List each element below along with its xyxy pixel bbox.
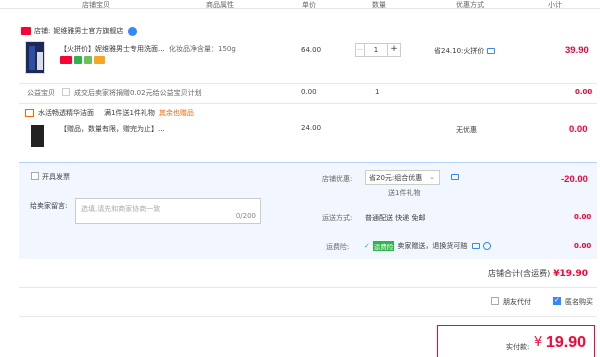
friend-pay-checkbox[interactable]	[491, 297, 499, 305]
column-header: 店铺宝贝 商品属性 单价 数量 优惠方式 小计	[0, 0, 600, 9]
invoice-label: 开具发票	[42, 173, 70, 181]
currency-symbol: ¥	[534, 335, 543, 350]
divider	[19, 103, 597, 104]
shop-discount-select[interactable]: 省20元:组合优惠 ⌄	[365, 170, 440, 185]
shop-discount-amount: -20.00	[561, 174, 588, 185]
insurance-label: 运费险:	[326, 243, 350, 251]
check-icon: ✓	[554, 296, 560, 304]
gift-header-title: 水活畅透精华洁面	[38, 109, 94, 117]
gift-discount: 无优惠	[456, 126, 477, 134]
tmall-shop-icon	[21, 27, 31, 35]
shop-discount-label: 店铺优惠:	[322, 175, 353, 183]
check-icon: ✓	[364, 242, 370, 250]
shop-row: 店铺: 妮维雅男士官方旗舰店	[21, 26, 138, 36]
shipping-value: 普通配送 快递 免邮	[365, 214, 426, 222]
anonymous-label: 匿名购买	[565, 298, 593, 306]
help-icon[interactable]	[483, 242, 492, 250]
charity-subtotal: 0.00	[575, 88, 593, 96]
product-thumbnail[interactable]	[25, 41, 45, 74]
quantity-decrease-button[interactable]: —	[355, 43, 365, 57]
authentic-guarantee-icon	[84, 56, 92, 64]
message-counter: 0/200	[235, 212, 256, 220]
unit-price: 64.00	[301, 46, 322, 54]
col-unit-price: 单价	[302, 1, 316, 9]
service-badges	[60, 56, 105, 64]
discount-info-icon[interactable]	[487, 48, 496, 54]
insurance-row: ✓ 运费险 卖家赠送，退换货可赔	[364, 241, 492, 251]
item-subtotal: 39.90	[565, 45, 589, 56]
seven-day-return-icon	[74, 56, 82, 64]
discount-chat-icon[interactable]	[451, 174, 459, 180]
shipping-amount: 0.00	[574, 213, 592, 221]
divider	[19, 83, 597, 84]
insurance-chat-icon[interactable]	[472, 243, 481, 249]
charity-price: 0.00	[301, 88, 317, 96]
charity-qty: 1	[375, 88, 380, 96]
divider	[19, 316, 597, 317]
quantity-input[interactable]: 1	[365, 43, 387, 57]
insurance-text: 卖家赠送，退换货可赔	[397, 242, 468, 250]
anonymous-checkbox[interactable]: ✓	[553, 296, 561, 305]
product-attribute: 化妆品净含量：150g	[169, 45, 236, 53]
divider	[19, 287, 597, 288]
payment-total-label: 实付款:	[506, 343, 530, 351]
col-quantity: 数量	[372, 1, 386, 9]
col-discount: 优惠方式	[456, 1, 484, 9]
gift-icon	[25, 109, 34, 117]
product-title-link[interactable]: 【火拼价】妮维雅男士专用洗面...	[60, 44, 165, 54]
message-label: 给卖家留言:	[30, 202, 68, 210]
shop-prefix: 店铺:	[34, 27, 51, 35]
payment-total-amount: 19.90	[546, 334, 587, 351]
shipping-label: 运送方式:	[322, 214, 353, 222]
chevron-down-icon: ⌄	[429, 173, 435, 181]
shop-total-label: 店铺合计(含运费)	[488, 269, 551, 278]
message-textarea[interactable]: 选填,请先和商家协商一致 0/200	[75, 198, 261, 224]
wangwang-chat-icon[interactable]	[128, 26, 138, 36]
message-placeholder: 选填,请先和商家协商一致	[81, 205, 161, 213]
shop-discount-value: 省20元:组合优惠	[369, 173, 423, 182]
charity-label: 公益宝贝	[27, 89, 55, 97]
shop-discount-sub: 送1件礼物	[388, 189, 421, 197]
insurance-badge: 运费险	[372, 241, 395, 251]
invoice-checkbox[interactable]	[31, 172, 39, 180]
credit-card-icon	[94, 56, 105, 64]
shop-total-amount: ¥19.90	[553, 269, 588, 279]
gift-header-link[interactable]: 其余也赠品	[159, 108, 194, 118]
charity-checkbox[interactable]	[62, 88, 70, 96]
tmall-badge-icon	[60, 56, 72, 64]
gift-price: 24.00	[301, 124, 322, 132]
gift-thumbnail[interactable]	[31, 125, 44, 147]
charity-text: 成交后卖家将捐赠0.02元给公益宝贝计划	[74, 89, 202, 97]
payment-total-box: 实付款: ¥ 19.90	[437, 325, 595, 357]
quantity-stepper: — 1 +	[355, 43, 401, 57]
shop-total: 店铺合计(含运费) ¥19.90	[488, 268, 588, 279]
col-subtotal: 小计	[548, 1, 562, 9]
col-shop-item: 店铺宝贝	[82, 1, 110, 9]
gift-title-link[interactable]: 【赠品，数量有限，赠完为止】...	[60, 124, 165, 134]
shop-name-link[interactable]: 妮维雅男士官方旗舰店	[53, 26, 123, 36]
gift-header-rule: 满1件送1件礼物	[104, 109, 155, 117]
friend-pay-label: 朋友代付	[503, 298, 531, 306]
col-attributes: 商品属性	[206, 1, 234, 9]
quantity-increase-button[interactable]: +	[387, 43, 401, 57]
item-discount: 省24.10:火拼价	[434, 46, 496, 56]
gift-subtotal: 0.00	[569, 124, 588, 135]
item-discount-text: 省24.10:火拼价	[434, 47, 485, 55]
gift-header: 水活畅透精华洁面 满1件送1件礼物 其余也赠品	[25, 108, 194, 118]
insurance-amount: 0.00	[574, 242, 592, 250]
